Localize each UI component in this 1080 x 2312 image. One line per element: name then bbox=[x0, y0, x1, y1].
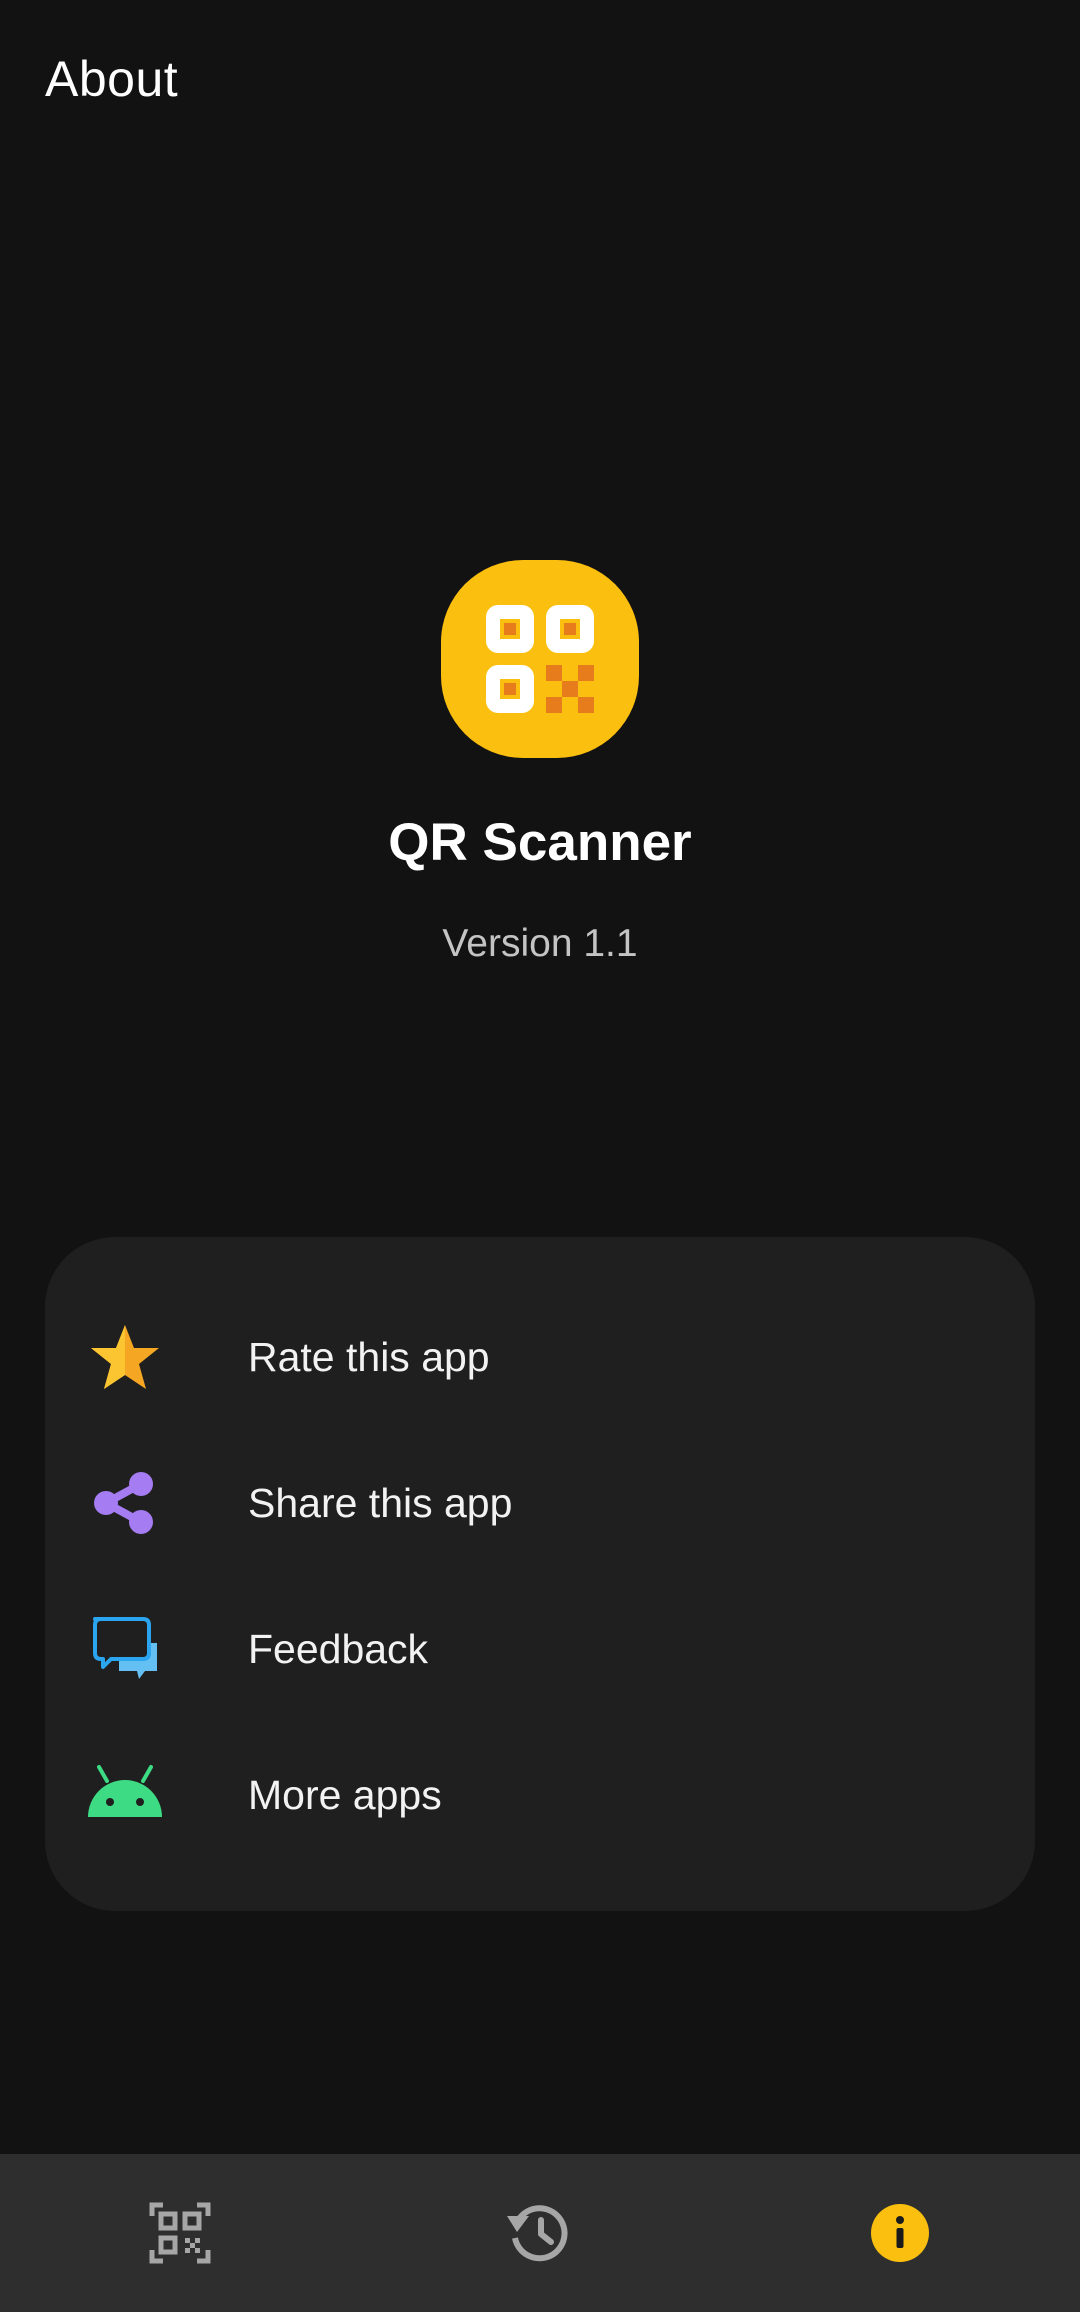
qr-code-logo-icon bbox=[486, 605, 594, 713]
page-title: About bbox=[45, 51, 179, 107]
about-menu-card: Rate this app Share this app Feedback Mo… bbox=[45, 1237, 1035, 1911]
app-version: Version 1.1 bbox=[442, 922, 638, 965]
app-name: QR Scanner bbox=[388, 813, 692, 872]
nav-history-button[interactable] bbox=[485, 2178, 595, 2288]
nav-scan-button[interactable] bbox=[125, 2178, 235, 2288]
star-icon bbox=[91, 1325, 159, 1389]
more-apps-item[interactable]: More apps bbox=[45, 1722, 1035, 1868]
android-icon bbox=[88, 1765, 162, 1817]
history-icon bbox=[507, 2205, 568, 2262]
rate-app-item[interactable]: Rate this app bbox=[45, 1284, 1035, 1430]
nav-info-button[interactable] bbox=[845, 2178, 955, 2288]
info-icon bbox=[871, 2204, 929, 2262]
chat-bubbles-icon bbox=[93, 1617, 157, 1679]
share-app-item[interactable]: Share this app bbox=[45, 1430, 1035, 1576]
share-icon bbox=[94, 1472, 153, 1534]
rate-app-label: Rate this app bbox=[248, 1334, 490, 1380]
feedback-item[interactable]: Feedback bbox=[45, 1576, 1035, 1722]
qr-scan-icon bbox=[149, 2202, 211, 2264]
share-app-label: Share this app bbox=[248, 1480, 513, 1526]
bottom-navigation-bar bbox=[0, 2154, 1080, 2312]
more-apps-label: More apps bbox=[248, 1772, 442, 1818]
app-logo bbox=[441, 560, 639, 758]
feedback-label: Feedback bbox=[248, 1626, 429, 1672]
